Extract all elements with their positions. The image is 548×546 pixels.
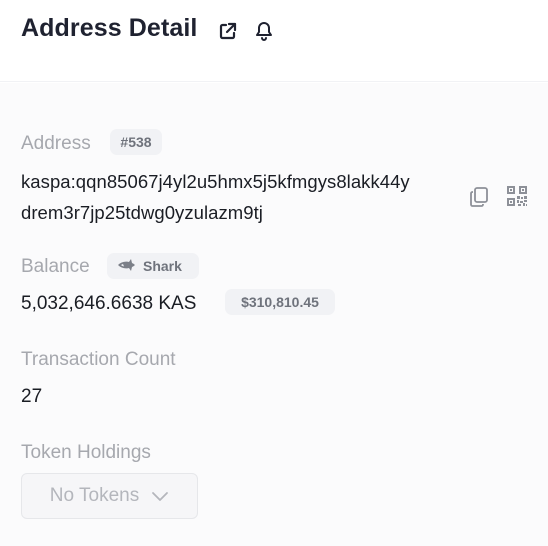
address-value-line-1: kaspa:qqn85067j4yl2u5hmx5j5kfmgys8lakk44… [21, 171, 410, 192]
token-holdings-dropdown[interactable]: No Tokens [21, 473, 198, 519]
page-title: Address Detail [21, 14, 198, 42]
token-holdings-label: Token Holdings [21, 442, 151, 463]
balance-amount: 5,032,646.6638 KAS [21, 293, 197, 314]
address-label: Address [21, 133, 91, 154]
transaction-count-label: Transaction Count [21, 349, 176, 370]
tier-badge-label: Shark [143, 258, 182, 274]
shark-icon [118, 259, 135, 271]
external-link-icon[interactable] [217, 20, 239, 42]
copy-icon[interactable] [467, 185, 491, 209]
transaction-count-value: 27 [21, 386, 43, 407]
usd-value-badge: $310,810.45 [225, 289, 335, 315]
tier-badge: Shark [107, 253, 199, 279]
page-header: Address Detail [0, 0, 548, 82]
chevron-down-icon [152, 492, 169, 501]
qr-code-icon[interactable] [505, 184, 529, 208]
rank-badge: #538 [110, 129, 162, 155]
bell-icon[interactable] [253, 20, 275, 42]
balance-label: Balance [21, 256, 90, 277]
token-holdings-dropdown-value: No Tokens [49, 485, 140, 506]
address-value-line-2: drem3r7jp25tdwg0yzulazm9tj [21, 202, 263, 223]
